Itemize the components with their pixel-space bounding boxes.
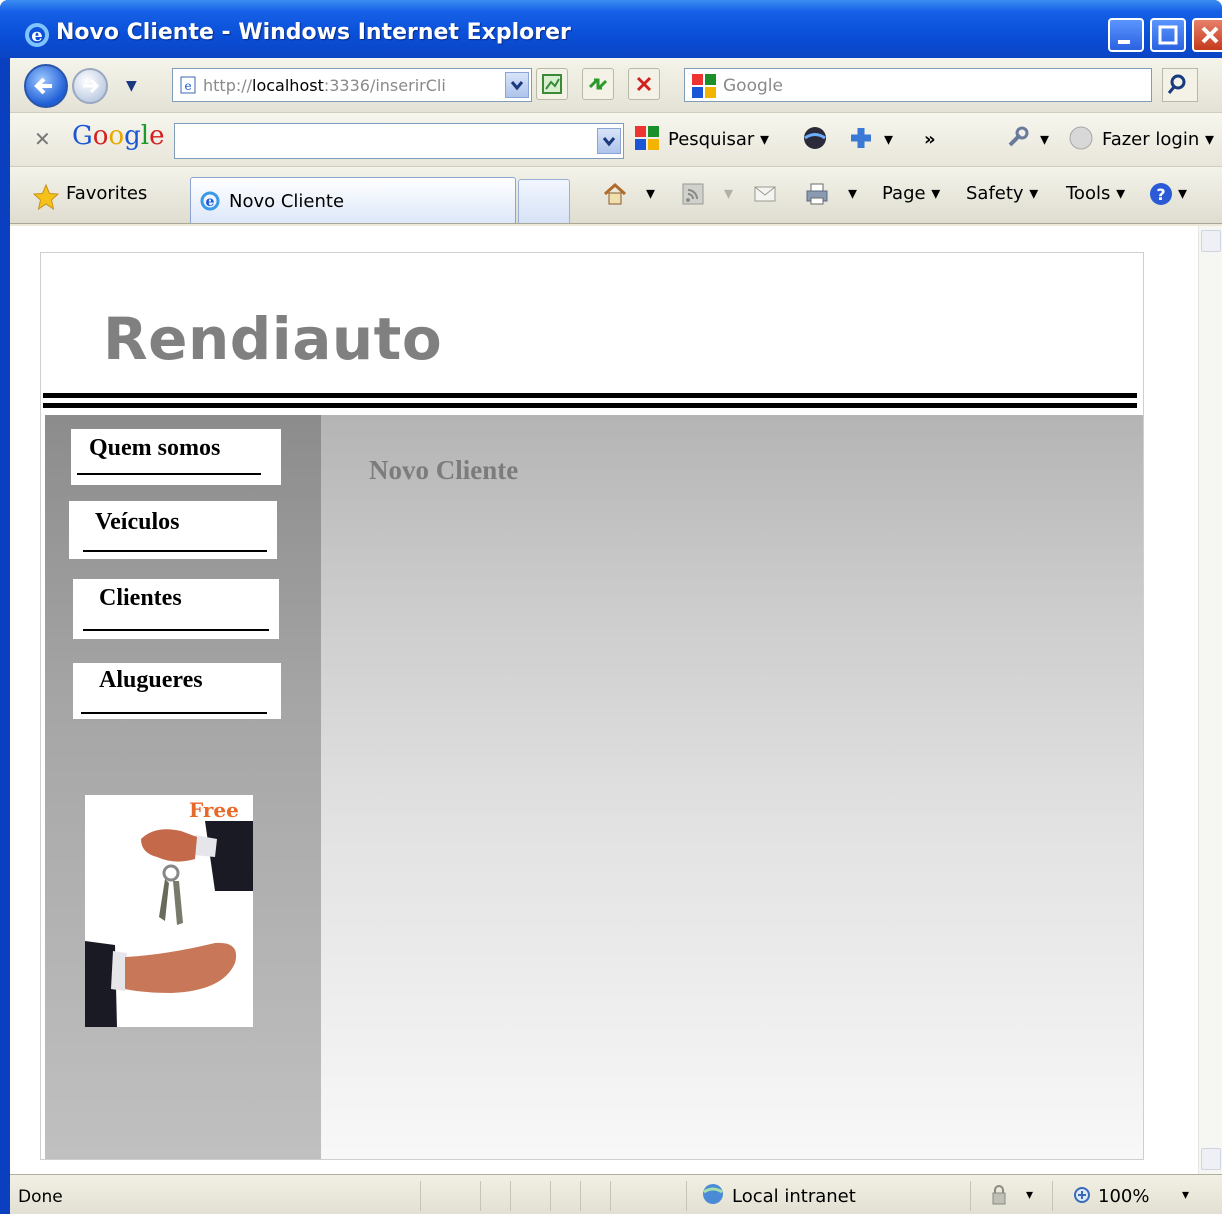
svg-text:?: ? (1156, 185, 1165, 204)
ie-logo-icon: e (25, 23, 49, 47)
status-bar: Done Local intranet ▾ 100% ▾ (10, 1174, 1222, 1214)
star-icon[interactable] (32, 183, 60, 211)
print-icon[interactable] (804, 181, 830, 207)
chevron-down-icon (602, 137, 616, 147)
nav-veiculos[interactable]: Veículos (69, 501, 277, 559)
search-icon (1167, 74, 1186, 94)
refresh-button[interactable] (582, 68, 614, 100)
help-icon[interactable]: ? (1148, 181, 1174, 207)
refresh-icon (588, 78, 608, 90)
close-icon (1201, 26, 1219, 44)
svg-text:e: e (206, 194, 215, 210)
more-button[interactable]: » (924, 129, 936, 150)
promo-text: Free (189, 798, 239, 822)
search-button[interactable] (1162, 68, 1198, 102)
nav-quem-somos[interactable]: Quem somos (71, 429, 281, 485)
minimize-button[interactable] (1108, 18, 1144, 52)
forward-button[interactable] (72, 68, 108, 104)
svg-text:e: e (184, 79, 191, 93)
ie-tab-icon: e (200, 191, 220, 211)
compatibility-button[interactable] (536, 68, 568, 100)
safety-menu[interactable]: Safety ▾ (966, 183, 1038, 204)
page-title: Novo Cliente (369, 455, 519, 485)
address-row: ▼ e http://localhost:3336/inserirCli Goo… (10, 58, 1222, 112)
google-icon (692, 74, 716, 98)
favorites-button[interactable]: Favorites (66, 183, 147, 204)
zoom-level[interactable]: 100% (1098, 1186, 1149, 1207)
site-header: Rendiauto (41, 253, 1143, 393)
minimize-icon (1118, 40, 1130, 44)
back-icon (34, 77, 52, 95)
scroll-down-button[interactable] (1201, 1148, 1221, 1170)
google-toolbar: ✕ Google Pesquisar ▾ ▾ » ▾ Fazer login ▾ (10, 112, 1222, 166)
tools-menu[interactable]: Tools ▾ (1066, 183, 1125, 204)
header-divider (43, 403, 1137, 408)
nav-alugueres[interactable]: Alugueres (73, 663, 281, 719)
nav-label: Clientes (99, 585, 182, 611)
vertical-scrollbar[interactable] (1198, 226, 1222, 1174)
zoom-icon[interactable] (1072, 1185, 1096, 1207)
address-field[interactable]: e http://localhost:3336/inserirCli (172, 68, 532, 102)
browser-chrome: ▼ e http://localhost:3336/inserirCli Goo… (10, 58, 1222, 226)
header-divider (43, 393, 1137, 398)
promo-image: Free (85, 795, 253, 1027)
nav-label: Quem somos (89, 435, 221, 461)
page-viewport: Rendiauto Quem somos Veículos Clientes A… (10, 226, 1222, 1174)
recent-pages-button[interactable]: ▼ (126, 78, 137, 94)
plus-icon[interactable] (848, 125, 874, 151)
title-bar: e Novo Cliente - Windows Internet Explor… (0, 0, 1222, 58)
nav-label: Alugueres (99, 667, 203, 693)
main-content: Novo Cliente (321, 415, 1143, 1159)
close-toolbar-icon[interactable]: ✕ (34, 127, 51, 151)
close-button[interactable] (1192, 18, 1222, 52)
login-button[interactable]: Fazer login ▾ (1102, 129, 1214, 150)
wrench-icon[interactable] (1004, 125, 1030, 151)
login-avatar-icon (1069, 126, 1093, 150)
nav-label: Veículos (95, 509, 180, 535)
address-url: http://localhost:3336/inserirCli (203, 76, 446, 95)
globe-icon[interactable] (802, 125, 828, 151)
chevron-down-icon (510, 81, 524, 91)
maximize-button[interactable] (1150, 18, 1186, 52)
mail-icon[interactable] (752, 181, 778, 207)
forward-icon (83, 78, 100, 94)
keys-hands-image: Free (85, 795, 253, 1027)
globe-icon (703, 1184, 723, 1204)
pesquisar-button[interactable]: Pesquisar ▾ (668, 129, 769, 150)
window-title: Novo Cliente - Windows Internet Explorer (56, 20, 571, 45)
google-search-icon (635, 126, 659, 150)
search-placeholder: Google (723, 76, 783, 96)
compatibility-icon (542, 74, 562, 94)
tab-novo-cliente[interactable]: e Novo Cliente (190, 177, 516, 223)
home-icon[interactable] (602, 181, 628, 207)
scroll-up-button[interactable] (1201, 230, 1221, 252)
address-dropdown[interactable] (505, 72, 529, 98)
google-logo: Google (72, 121, 165, 151)
feeds-icon[interactable] (680, 181, 706, 207)
new-tab-button[interactable] (518, 179, 570, 223)
stop-icon (636, 76, 652, 92)
nav-clientes[interactable]: Clientes (73, 579, 279, 639)
google-search-dropdown[interactable] (597, 128, 621, 154)
page-menu[interactable]: Page ▾ (882, 183, 940, 204)
status-text: Done (18, 1187, 63, 1207)
search-field[interactable]: Google (684, 68, 1152, 102)
stop-button[interactable] (628, 68, 660, 100)
protected-mode-icon[interactable] (986, 1185, 1012, 1207)
site-brand: Rendiauto (103, 305, 443, 373)
sidebar: Quem somos Veículos Clientes Alugueres F… (45, 415, 321, 1159)
svg-text:e: e (31, 25, 42, 46)
maximize-icon (1158, 25, 1178, 45)
page-icon: e (180, 76, 196, 94)
site-container: Rendiauto Quem somos Veículos Clientes A… (40, 252, 1144, 1160)
security-zone: Local intranet (732, 1186, 856, 1207)
favorites-bar: Favorites e Novo Cliente ▾ ▾ ▾ Page ▾ Sa… (10, 166, 1222, 224)
google-search-input[interactable] (174, 123, 624, 159)
tab-label: Novo Cliente (229, 191, 345, 212)
back-button[interactable] (24, 64, 68, 108)
